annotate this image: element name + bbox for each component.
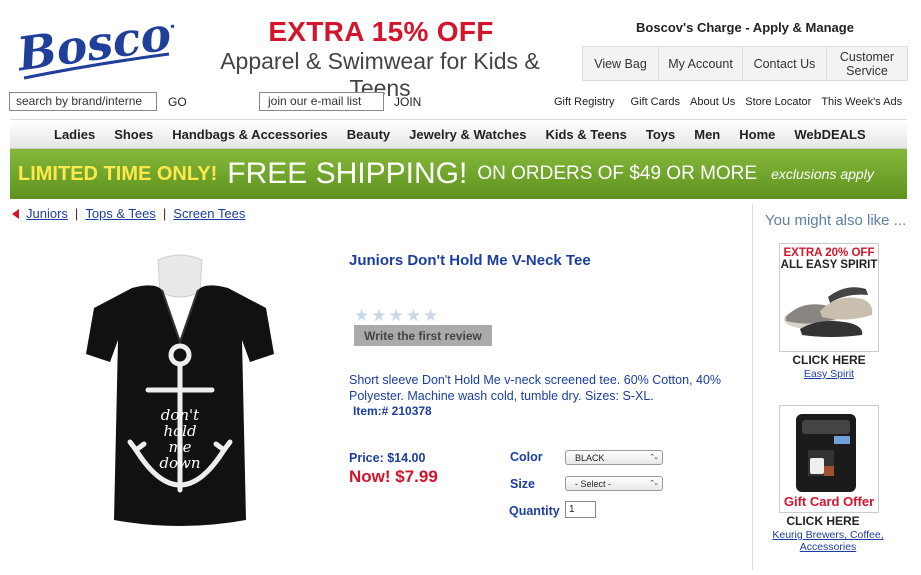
quantity-input[interactable]: 1 (565, 501, 596, 518)
contact-us-button[interactable]: Contact Us (743, 47, 827, 80)
nav-beauty[interactable]: Beauty (347, 127, 390, 142)
sidebar-heading: You might also like ... (765, 212, 907, 229)
breadcrumb-separator: | (162, 206, 167, 221)
coffee-brewer-image (796, 414, 856, 492)
star-icon: ★ (388, 306, 404, 325)
logo-text: Boscov's (14, 10, 174, 82)
nav-handbags[interactable]: Handbags & Accessories (172, 127, 328, 142)
color-label: Color (510, 450, 543, 464)
nav-toys[interactable]: Toys (646, 127, 675, 142)
sale-price: Now! $7.99 (349, 467, 438, 486)
utility-links: Gift Registry Gift Cards About Us Store … (554, 96, 902, 108)
star-icon: ★ (354, 306, 370, 325)
nav-men[interactable]: Men (694, 127, 720, 142)
promo-headline[interactable]: EXTRA 15% OFF (196, 16, 566, 48)
search-input[interactable]: search by brand/interne (9, 92, 157, 111)
breadcrumb-juniors[interactable]: Juniors (26, 206, 68, 221)
shoes-image (784, 287, 873, 337)
limited-time-text: LIMITED TIME ONLY! (18, 162, 218, 185)
store-locator-link[interactable]: Store Locator (745, 96, 811, 108)
nav-jewelry[interactable]: Jewelry & Watches (409, 127, 526, 142)
nav-webdeals[interactable]: WebDEALS (794, 127, 865, 142)
color-select-value: BLACK (575, 452, 605, 463)
product-description: Short sleeve Don't Hold Me v-neck screen… (349, 373, 722, 403)
star-icon: ★ (371, 306, 387, 325)
quantity-label: Quantity (509, 504, 560, 518)
ad-headline: EXTRA 20% OFF (783, 247, 875, 259)
main-nav: Ladies Shoes Handbags & Accessories Beau… (10, 119, 907, 149)
size-select-value: - Select - (575, 478, 612, 489)
easy-spirit-ad[interactable]: EXTRA 20% OFF ALL EASY SPIRIT (779, 243, 879, 352)
shirt-text-line: down (159, 454, 200, 472)
size-select[interactable]: - Select - ⌃⌄ (565, 476, 663, 491)
keurig-link[interactable]: Keurig Brewers, Coffee, Accessories (768, 529, 888, 553)
free-shipping-text: FREE SHIPPING! (227, 157, 468, 190)
ad-cta[interactable]: CLICK HERE (773, 514, 873, 528)
free-shipping-banner[interactable]: LIMITED TIME ONLY! FREE SHIPPING! ON ORD… (10, 149, 907, 199)
nav-kids-teens[interactable]: Kids & Teens (545, 127, 626, 142)
ad-subheadline: ALL EASY SPIRIT (780, 259, 878, 271)
rating-stars: ★ ★ ★ ★ ★ (354, 307, 438, 324)
keurig-ad[interactable]: Gift Card Offer (779, 405, 879, 513)
nav-shoes[interactable]: Shoes (114, 127, 153, 142)
account-buttons: View Bag My Account Contact Us Customer … (582, 46, 908, 81)
select-arrows-icon: ⌃⌄ (649, 454, 659, 461)
boscovs-charge-link[interactable]: Boscov's Charge - Apply & Manage (620, 20, 870, 35)
item-number: Item:# 210378 (353, 404, 432, 418)
go-button[interactable]: GO (168, 95, 187, 109)
nav-home[interactable]: Home (739, 127, 775, 142)
join-button[interactable]: JOIN (394, 95, 421, 109)
boscovs-logo[interactable]: Boscov's (12, 0, 240, 84)
select-arrows-icon: ⌃⌄ (649, 480, 659, 487)
size-label: Size (510, 477, 536, 491)
back-arrow-icon[interactable] (12, 208, 19, 219)
breadcrumb-separator: | (74, 206, 79, 221)
star-icon: ★ (423, 306, 439, 325)
ad-headline: Gift Card Offer (783, 494, 875, 509)
about-us-link[interactable]: About Us (690, 96, 735, 108)
view-bag-button[interactable]: View Bag (583, 47, 659, 80)
weekly-ads-link[interactable]: This Week's Ads (821, 96, 902, 108)
email-signup-input[interactable]: join our e-mail list (259, 92, 384, 111)
write-review-button[interactable]: Write the first review (354, 325, 492, 346)
orders-text: ON ORDERS OF $49 OR MORE (477, 163, 758, 184)
exclusions-text: exclusions apply (771, 166, 874, 182)
color-select[interactable]: BLACK ⌃⌄ (565, 450, 663, 465)
breadcrumb-screen-tees[interactable]: Screen Tees (173, 206, 245, 221)
nav-ladies[interactable]: Ladies (54, 127, 95, 142)
gift-registry-link[interactable]: Gift Registry (554, 96, 615, 108)
my-account-button[interactable]: My Account (659, 47, 743, 80)
gift-cards-link[interactable]: Gift Cards (631, 96, 681, 108)
regular-price: Price: $14.00 (349, 451, 426, 465)
product-image[interactable]: don't hold me down (70, 250, 290, 570)
easy-spirit-link[interactable]: Easy Spirit (779, 368, 879, 380)
breadcrumb: Juniors | Tops & Tees | Screen Tees (12, 206, 245, 221)
star-icon: ★ (405, 306, 421, 325)
ad-cta[interactable]: CLICK HERE (779, 353, 879, 367)
customer-service-button[interactable]: Customer Service (827, 47, 907, 80)
product-title: Juniors Don't Hold Me V-Neck Tee (349, 252, 591, 269)
breadcrumb-tops-tees[interactable]: Tops & Tees (85, 206, 156, 221)
